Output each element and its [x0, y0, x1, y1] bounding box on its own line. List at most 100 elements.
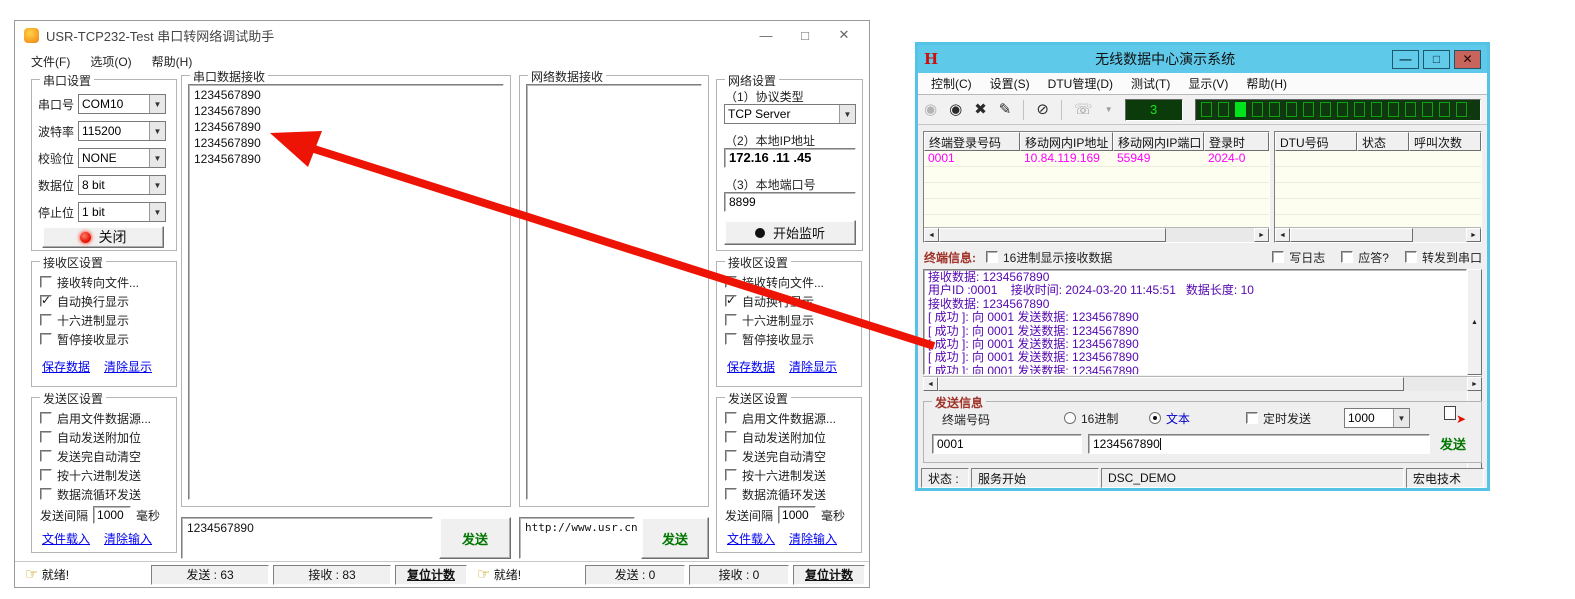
checkbox-clear-after-send[interactable]: 发送完自动清空 [40, 448, 141, 464]
chevron-down-icon[interactable]: ▼ [149, 95, 165, 113]
checkbox-auto-append[interactable]: 自动发送附加位 [725, 429, 826, 445]
com-port-select[interactable]: COM10 ▼ [78, 94, 166, 114]
menu-settings[interactable]: 设置(S) [981, 75, 1039, 92]
log-text-area[interactable]: 接收数据: 1234567890 用户ID :0001 接收时间: 2024-0… [923, 269, 1467, 375]
protocol-select[interactable]: TCP Server ▼ [724, 104, 856, 124]
interval-input[interactable]: 1000 [778, 506, 816, 524]
close-port-button[interactable]: 关闭 [42, 226, 164, 248]
close-button[interactable]: ✕ [828, 23, 860, 47]
clear-log-icon[interactable]: ✎ [999, 102, 1012, 117]
chevron-down-icon[interactable]: ▼ [149, 149, 165, 167]
network-send-input[interactable]: http://www.usr.cn [519, 517, 635, 559]
data-bits-select[interactable]: 8 bit ▼ [78, 175, 166, 195]
scroll-left-icon[interactable]: ◄ [924, 228, 939, 242]
clear-input-link[interactable]: 清除输入 [789, 530, 837, 547]
checkbox-recv-to-file[interactable]: 接收转向文件... [40, 274, 139, 290]
minimize-button[interactable]: — [1392, 50, 1419, 69]
menu-options[interactable]: 选项(O) [80, 53, 141, 70]
chevron-down-icon[interactable]: ▼ [149, 176, 165, 194]
checkbox-hex-display[interactable]: 十六进制显示 [725, 312, 814, 328]
table-row[interactable]: 0001 10.84.119.169 55949 2024-0 [924, 151, 1269, 167]
checkbox-loop-send[interactable]: 数据流循环发送 [40, 486, 141, 502]
scroll-left-icon[interactable]: ◄ [1275, 228, 1290, 242]
scroll-up-icon[interactable]: ▲ [1467, 269, 1482, 375]
scroll-right-icon[interactable]: ► [1466, 228, 1481, 242]
clear-display-link[interactable]: 清除显示 [789, 358, 837, 375]
checkbox-timed-send[interactable]: 定时发送 [1246, 410, 1311, 426]
horizontal-scrollbar[interactable]: ◄ ► [924, 227, 1269, 242]
checkbox-auto-append[interactable]: 自动发送附加位 [40, 429, 141, 445]
scroll-right-icon[interactable]: ► [1254, 228, 1269, 242]
network-send-button[interactable]: 发送 [641, 517, 709, 559]
send-data-input[interactable]: 1234567890 [1088, 434, 1430, 454]
scroll-left-icon[interactable]: ◄ [923, 377, 938, 391]
log-horizontal-scrollbar[interactable]: ◄ ► [923, 376, 1482, 391]
terminal-number-input[interactable]: 0001 [932, 434, 1082, 454]
horizontal-scrollbar[interactable]: ◄ ► [1275, 227, 1481, 242]
menu-help[interactable]: 帮助(H) [142, 53, 203, 70]
radio-text[interactable]: 文本 [1149, 410, 1190, 426]
close-button[interactable]: ✕ [1454, 50, 1481, 69]
load-file-link[interactable]: 文件载入 [42, 530, 90, 547]
scrollbar-thumb[interactable] [938, 377, 1404, 391]
checkbox-send-hex[interactable]: 按十六进制发送 [40, 467, 141, 483]
menu-file[interactable]: 文件(F) [21, 53, 80, 70]
scrollbar-thumb[interactable] [1290, 228, 1413, 242]
scroll-right-icon[interactable]: ► [1467, 377, 1482, 391]
checkbox-hex-recv[interactable] [986, 251, 998, 263]
serial-send-input[interactable]: 1234567890 [181, 517, 433, 559]
stop-bits-select[interactable]: 1 bit ▼ [78, 202, 166, 222]
checkbox-clear-after-send[interactable]: 发送完自动清空 [725, 448, 826, 464]
menu-dtu[interactable]: DTU管理(D) [1039, 75, 1122, 92]
start-listen-button[interactable]: 开始监听 [724, 220, 856, 245]
delete-icon[interactable]: ✖ [974, 102, 987, 117]
checkbox-file-source[interactable]: 启用文件数据源... [40, 410, 151, 426]
checkbox-write-log[interactable] [1272, 251, 1284, 263]
checkbox-auto-newline[interactable]: 自动换行显示 [40, 293, 129, 309]
load-file-link[interactable]: 文件载入 [727, 530, 775, 547]
col-login-time[interactable]: 登录时 [1204, 132, 1269, 151]
phone-icon[interactable]: ☏ [1074, 102, 1093, 117]
local-port-input[interactable]: 8899 [724, 192, 856, 212]
reset-count-serial[interactable]: 复位计数 [395, 565, 467, 585]
reset-count-net[interactable]: 复位计数 [793, 565, 865, 585]
start-service-icon[interactable]: ◉ [924, 102, 937, 117]
timed-interval-select[interactable]: 1000 ▼ [1344, 408, 1410, 428]
clear-input-link[interactable]: 清除输入 [104, 530, 152, 547]
minimize-button[interactable]: — [750, 23, 782, 47]
col-call-count[interactable]: 呼叫次数 [1409, 132, 1481, 151]
checkbox-pause-recv[interactable]: 暂停接收显示 [40, 331, 129, 347]
chevron-down-icon[interactable]: ▼ [1393, 409, 1409, 427]
save-data-link[interactable]: 保存数据 [727, 358, 775, 375]
maximize-button[interactable]: □ [1423, 50, 1450, 69]
menu-view[interactable]: 显示(V) [1179, 75, 1237, 92]
col-dtu-number[interactable]: DTU号码 [1275, 132, 1357, 151]
checkbox-recv-to-file[interactable]: 接收转向文件... [725, 274, 824, 290]
parity-select[interactable]: NONE ▼ [78, 148, 166, 168]
interval-input[interactable]: 1000 [93, 506, 131, 524]
checkbox-loop-send[interactable]: 数据流循环发送 [725, 486, 826, 502]
checkbox-hex-display[interactable]: 十六进制显示 [40, 312, 129, 328]
checkbox-forward-serial[interactable] [1405, 251, 1417, 263]
radio-hex[interactable]: 16进制 [1064, 410, 1118, 426]
baud-rate-select[interactable]: 115200 ▼ [78, 121, 166, 141]
chevron-down-icon[interactable]: ▼ [839, 105, 855, 123]
maximize-button[interactable]: □ [789, 23, 821, 47]
serial-send-button[interactable]: 发送 [439, 517, 511, 559]
no-entry-icon[interactable]: ⊘ [1036, 102, 1049, 117]
vertical-scrollbar[interactable]: ▲ ≡ ▼ [1467, 269, 1482, 375]
chevron-down-icon[interactable]: ▼ [1105, 105, 1113, 114]
send-button[interactable]: 发送 [1440, 434, 1466, 453]
col-mobile-ip[interactable]: 移动网内IP地址 [1020, 132, 1113, 151]
chevron-down-icon[interactable]: ▼ [149, 122, 165, 140]
menu-control[interactable]: 控制(C) [922, 75, 981, 92]
col-terminal-id[interactable]: 终端登录号码 [924, 132, 1020, 151]
checkbox-pause-recv[interactable]: 暂停接收显示 [725, 331, 814, 347]
send-envelope-icon[interactable]: ➤ [1444, 406, 1464, 424]
serial-recv-area[interactable]: 1234567890 1234567890 1234567890 1234567… [188, 84, 504, 500]
menu-help[interactable]: 帮助(H) [1237, 75, 1296, 92]
save-data-link[interactable]: 保存数据 [42, 358, 90, 375]
checkbox-file-source[interactable]: 启用文件数据源... [725, 410, 836, 426]
stop-service-icon[interactable]: ◉ [949, 102, 962, 117]
local-ip-value[interactable]: 172.16 .11 .45 [724, 148, 856, 168]
